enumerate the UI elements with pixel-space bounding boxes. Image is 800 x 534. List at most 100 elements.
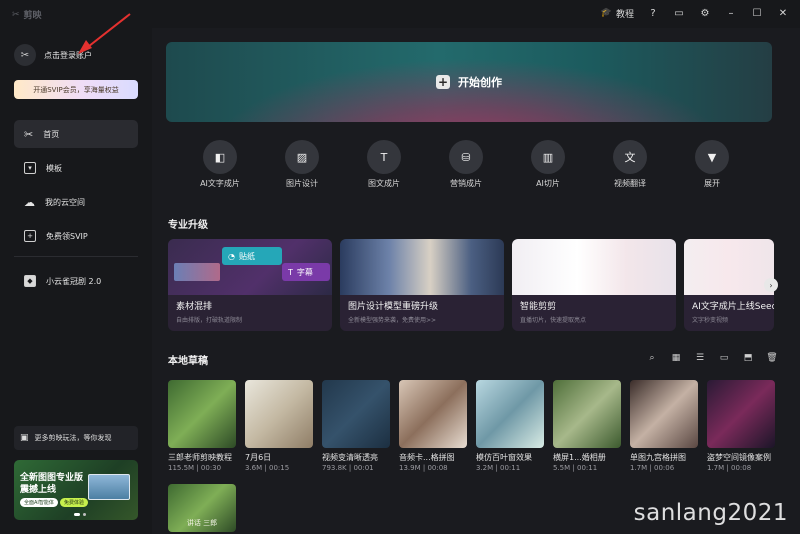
sidebar-item-cloud[interactable]: ☁ 我的云空间 xyxy=(14,188,138,216)
promo-line2: 震撼上线 xyxy=(20,485,57,495)
card-image xyxy=(684,239,774,295)
annotation-arrow xyxy=(78,13,131,54)
sidebar: ✂ 点击登录账户 开通SVIP会员，享海量权益 ✂ 首页 ▾ 模板 ☁ 我的云空… xyxy=(0,28,152,534)
card-smart-clip[interactable]: 智能剪剪 直播切片，快速提取亮点 xyxy=(512,239,676,331)
tool-label: AI文字成片 xyxy=(200,179,240,188)
promo-try-button[interactable]: 免费体验 xyxy=(60,498,89,507)
tool-image-design[interactable]: ▨ 图片设计 xyxy=(272,140,332,189)
tool-translate[interactable]: 文 视频翻译 xyxy=(600,140,660,189)
tutorial-button[interactable]: 🎓 教程 xyxy=(601,7,634,20)
sort-icon[interactable]: ☰ xyxy=(694,352,706,364)
draft-meta: 1.7M | 00:06 xyxy=(630,464,675,472)
sidebar-item-template[interactable]: ▾ 模板 xyxy=(14,154,138,182)
app-name: 剪映 xyxy=(23,11,42,21)
subtitle-chip: T 字幕 xyxy=(282,263,330,281)
draft-name: 三郎老师剪映教程 xyxy=(168,453,232,462)
discover-banner[interactable]: ▣ 更多剪映玩法，等你发现 xyxy=(14,426,138,450)
divider xyxy=(14,256,138,257)
draft-name: 7月6日 xyxy=(245,453,272,462)
svip-button[interactable]: 开通SVIP会员，享海量权益 xyxy=(14,80,138,99)
upgrade-cards: ◔ 贴纸 T 字幕 素材混排 自由排版，打破轨道限制 图片设计模型重磅升级 全新模型… xyxy=(168,239,774,331)
scissors-icon: ✂ xyxy=(24,127,34,141)
card-title: 图片设计模型重磅升级 xyxy=(348,302,439,312)
draft-name: 视频变清晰透亮 xyxy=(322,453,378,462)
promo-device-image xyxy=(88,474,130,500)
draft-name: 横屏1...婚相册 xyxy=(553,453,606,462)
cloud-icon: ☁ xyxy=(24,195,35,209)
card-title: 智能剪剪 xyxy=(520,302,557,312)
sidebar-item-label: 我的云空间 xyxy=(45,197,85,207)
avatar: ✂ xyxy=(14,44,36,66)
sidebar-nav: ✂ 首页 ▾ 模板 ☁ 我的云空间 + 免费领SVIP ◆ 小云雀冠剧 2.0 xyxy=(14,120,138,301)
draft-item[interactable]: 盗梦空间镜像案例 1.7M | 00:08 xyxy=(707,380,775,472)
draft-item[interactable]: 音频卡...格拼图 13.9M | 00:08 xyxy=(399,380,467,472)
draft-thumbnail xyxy=(707,380,775,448)
search-icon[interactable]: ⌕ xyxy=(646,352,658,364)
card-subtitle: 直播切片，快速提取亮点 xyxy=(520,317,587,324)
draft-item[interactable]: 横屏1...婚相册 5.5M | 00:11 xyxy=(553,380,621,472)
promo-tag: 全面AI智能体 xyxy=(20,498,58,507)
draft-item[interactable]: 三郎老师剪映教程 115.5M | 00:30 xyxy=(168,380,236,472)
tool-text-image[interactable]: T 图文成片 xyxy=(354,140,414,189)
settings-icon[interactable]: ⚙ xyxy=(698,6,712,20)
draft-item[interactable]: 7月6日 3.6M | 00:15 xyxy=(245,380,313,472)
start-create-button[interactable]: + 开始创作 xyxy=(166,42,772,122)
maximize-icon[interactable]: ☐ xyxy=(750,6,764,20)
sidebar-item-xiaoyun[interactable]: ◆ 小云雀冠剧 2.0 xyxy=(14,267,138,295)
minimize-icon[interactable]: – xyxy=(724,6,738,20)
text-image-icon: T xyxy=(367,140,401,174)
sidebar-item-label: 首页 xyxy=(43,129,60,139)
tool-ai-slice[interactable]: ▥ AI切片 xyxy=(518,140,578,189)
draft-item[interactable]: 讲话 三郎 xyxy=(168,484,236,532)
draft-item[interactable]: 视频变清晰透亮 793.8K | 00:01 xyxy=(322,380,390,472)
draft-thumbnail xyxy=(245,380,313,448)
import-icon[interactable]: ⬒ xyxy=(742,352,754,364)
draft-meta: 1.7M | 00:08 xyxy=(707,464,752,472)
tool-ai-text[interactable]: ◧ AI文字成片 xyxy=(190,140,250,189)
tool-label: 视频翻译 xyxy=(614,179,646,188)
sticker-icon: ◔ xyxy=(228,251,235,261)
carousel-dots xyxy=(74,513,86,516)
card-subtitle: 文字秒变视频 xyxy=(692,317,729,324)
image-design-icon: ▨ xyxy=(285,140,319,174)
message-icon: ▣ xyxy=(20,433,29,443)
carousel-dot[interactable] xyxy=(83,513,86,516)
help-icon[interactable]: ? xyxy=(646,6,660,20)
start-create-label: 开始创作 xyxy=(458,76,502,89)
sidebar-item-home[interactable]: ✂ 首页 xyxy=(14,120,138,148)
draft-item[interactable]: 单图九宫格拼图 1.7M | 00:06 xyxy=(630,380,698,472)
text-t-icon: T xyxy=(288,267,293,277)
carousel-dot[interactable] xyxy=(74,513,80,516)
delete-icon[interactable]: 🗑 xyxy=(766,352,778,364)
ai-slice-icon: ▥ xyxy=(531,140,565,174)
tool-marketing[interactable]: ⛁ 营销成片 xyxy=(436,140,496,189)
card-image xyxy=(512,239,676,295)
capcut-logo-icon: ✂ xyxy=(12,9,20,20)
card-subtitle: 自由排版，打破轨道限制 xyxy=(176,317,243,324)
close-icon[interactable]: ✕ xyxy=(776,6,790,20)
tool-row: ◧ AI文字成片 ▨ 图片设计 T 图文成片 ⛁ 营销成片 ▥ AI切片 文 视… xyxy=(166,140,772,190)
card-title: AI文字成片上线Seed xyxy=(692,302,774,312)
tool-expand[interactable]: ▼ 展开 xyxy=(682,140,742,189)
carousel-next-button[interactable]: › xyxy=(764,278,778,292)
expand-icon: ▼ xyxy=(695,140,729,174)
folder-add-icon[interactable]: ▭ xyxy=(718,352,730,364)
template-icon: ▾ xyxy=(24,162,36,174)
draft-item[interactable]: 模仿百叶窗效果 3.2M | 00:11 xyxy=(476,380,544,472)
draft-thumbnail xyxy=(399,380,467,448)
grid-view-icon[interactable]: ▦ xyxy=(670,352,682,364)
gift-icon: + xyxy=(24,230,36,242)
sidebar-item-label: 免费领SVIP xyxy=(46,231,88,241)
sidebar-item-svip[interactable]: + 免费领SVIP xyxy=(14,222,138,250)
draft-name: 盗梦空间镜像案例 xyxy=(707,453,771,462)
feedback-icon[interactable]: ▭ xyxy=(672,6,686,20)
tool-label: 营销成片 xyxy=(450,179,482,188)
tutorial-label: 教程 xyxy=(615,9,634,20)
draft-thumbnail xyxy=(476,380,544,448)
card-image-model[interactable]: 图片设计模型重磅升级 全新模型强势来袭，免费使用>> xyxy=(340,239,504,331)
ai-text-icon: ◧ xyxy=(203,140,237,174)
promo-banner[interactable]: 全新图图专业版 震撼上线 全面AI智能体 免费体验 xyxy=(14,460,138,520)
sticker-chip: ◔ 贴纸 xyxy=(222,247,282,265)
card-material-mix[interactable]: ◔ 贴纸 T 字幕 素材混排 自由排版，打破轨道限制 xyxy=(168,239,332,331)
card-ai-text-seed[interactable]: AI文字成片上线Seed 文字秒变视频 xyxy=(684,239,774,331)
